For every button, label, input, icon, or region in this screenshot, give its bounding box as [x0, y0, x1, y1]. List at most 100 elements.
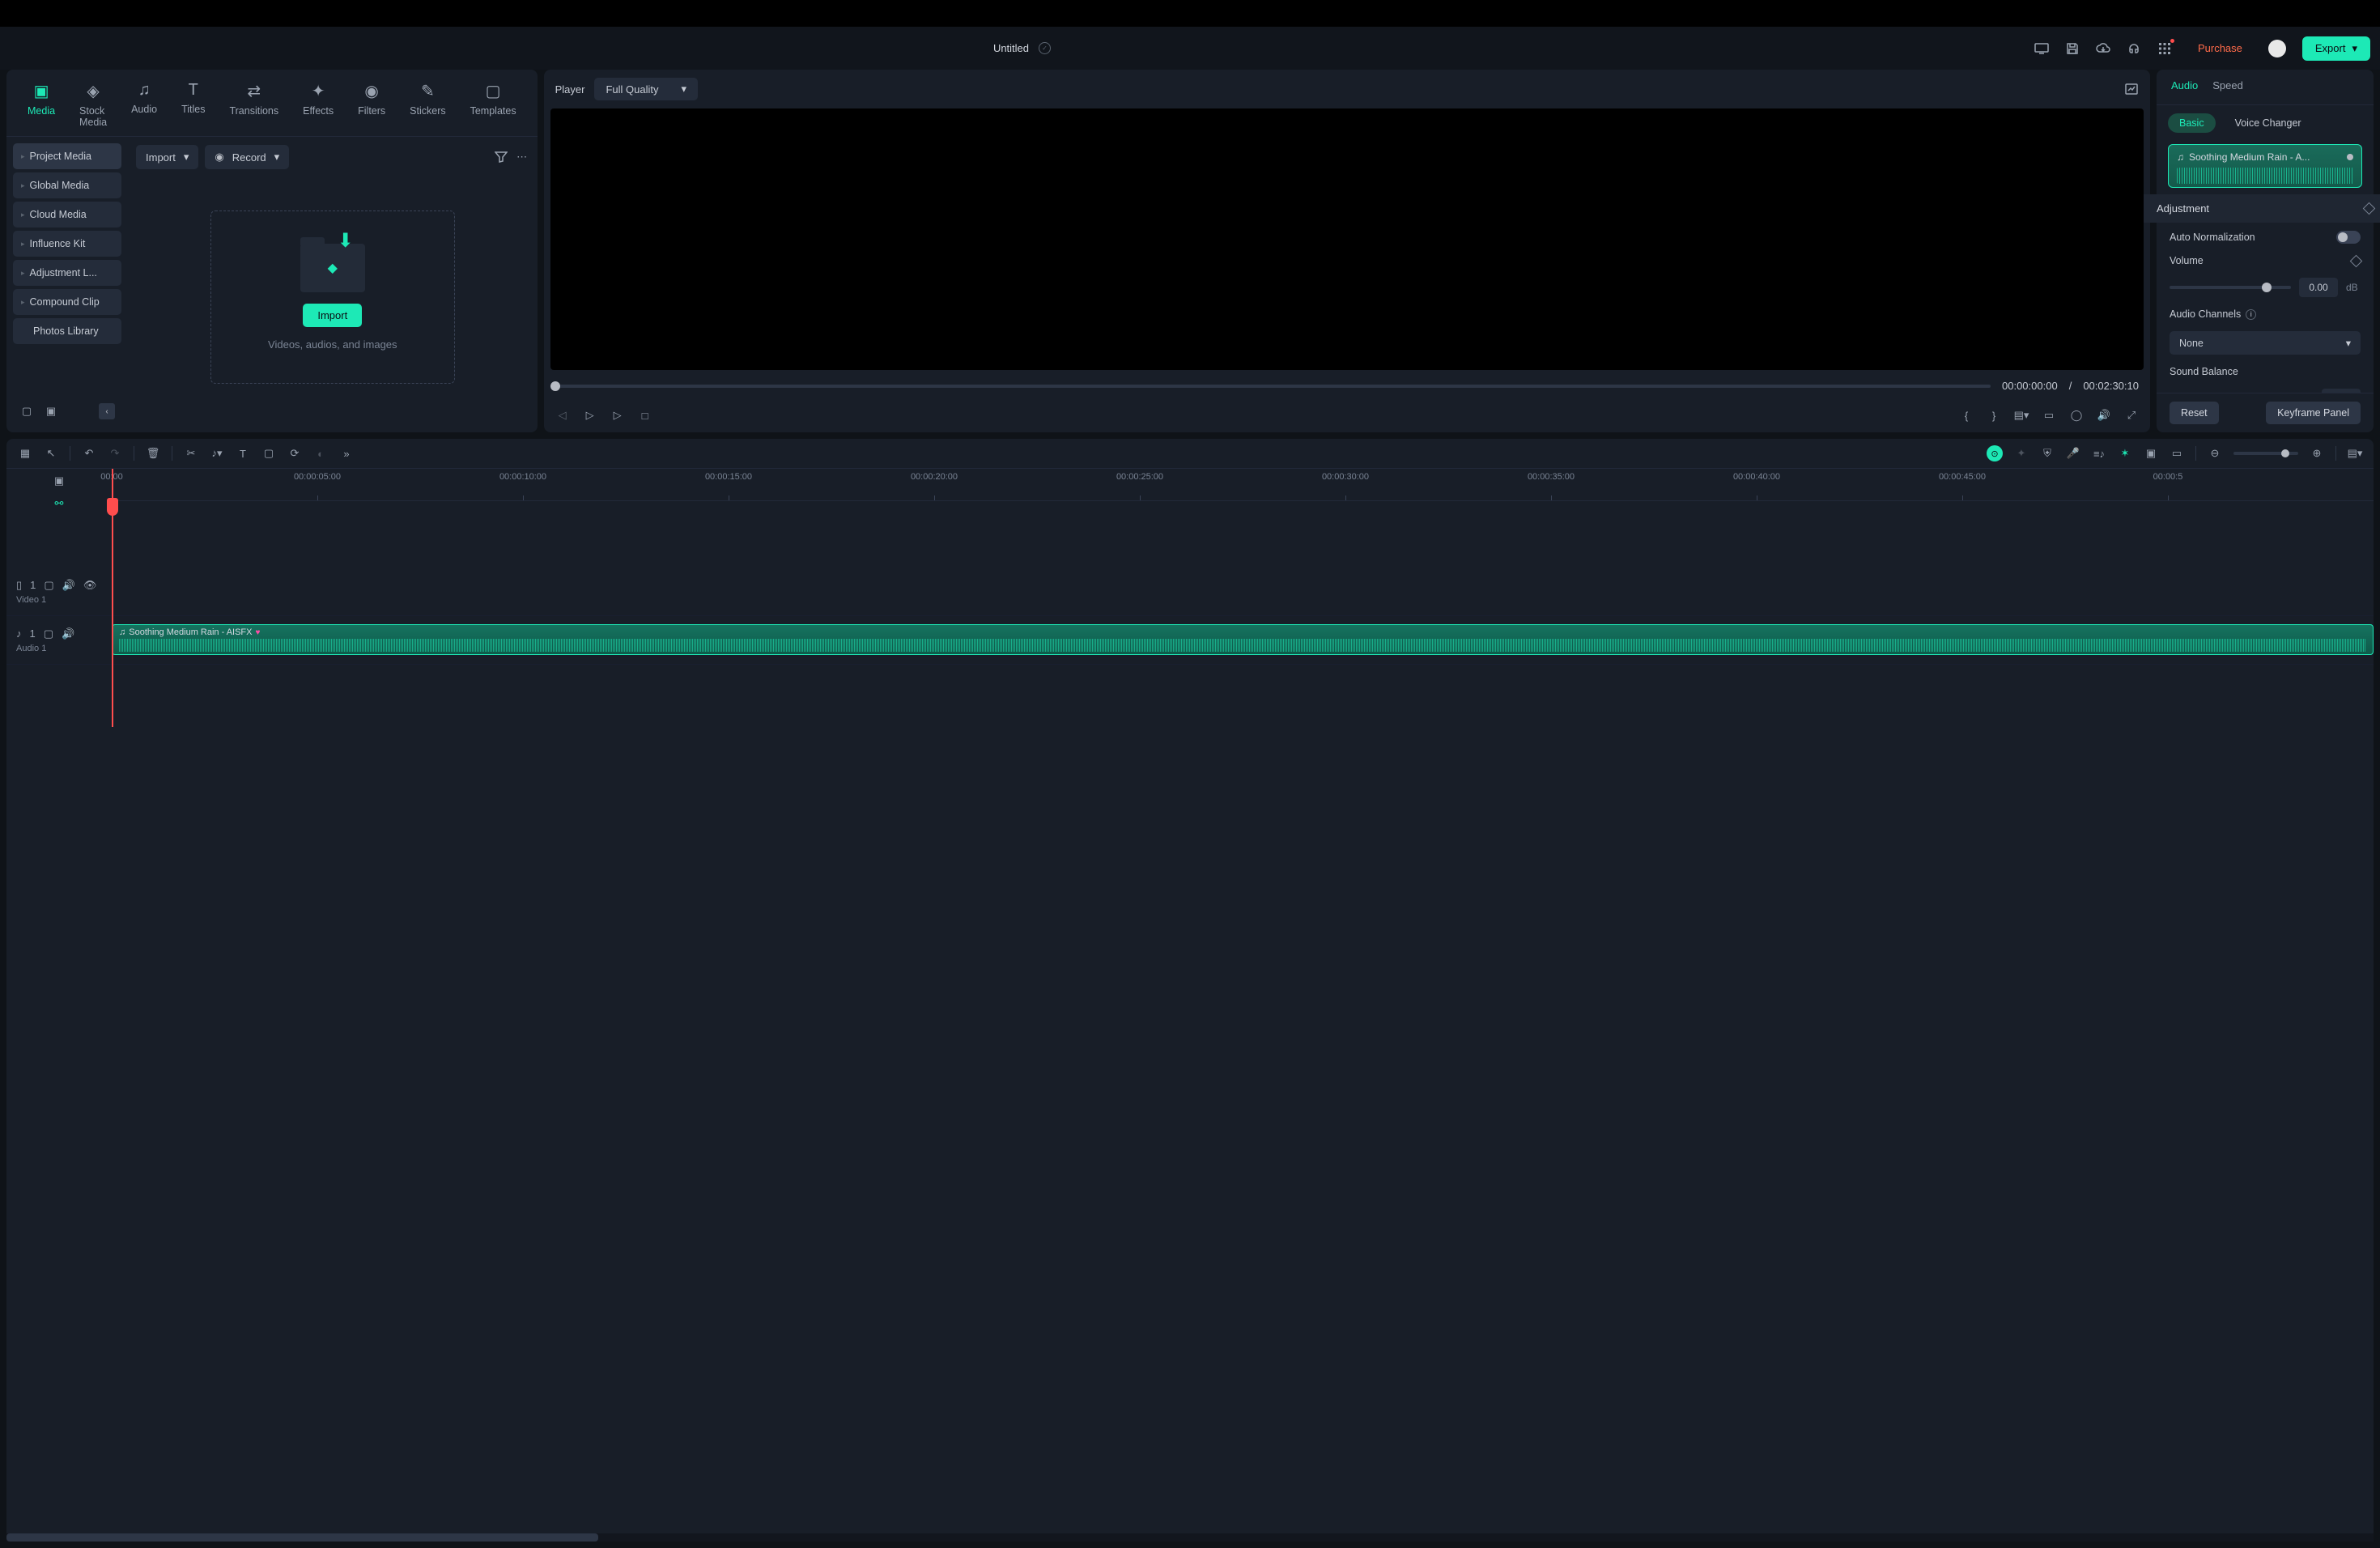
- tl-zoom-slider[interactable]: [2233, 452, 2298, 455]
- mute-icon[interactable]: 🔊: [62, 579, 75, 592]
- info-icon[interactable]: i: [2246, 309, 2256, 320]
- sidebar-item-compound-clip[interactable]: ▸Compound Clip: [13, 289, 121, 315]
- record-dropdown[interactable]: ◉Record▾: [205, 145, 289, 169]
- lock-icon[interactable]: ▢: [44, 579, 53, 592]
- channels-select[interactable]: None▾: [2170, 331, 2361, 355]
- tl-cursor-icon[interactable]: ↖: [44, 446, 58, 461]
- tl-speed-icon[interactable]: ⟳: [287, 446, 302, 461]
- clip-handle-icon[interactable]: [2347, 154, 2353, 160]
- player-viewport[interactable]: [550, 108, 2144, 370]
- ratio-icon[interactable]: ▤▾: [2014, 408, 2029, 423]
- tl-zoom-in-icon[interactable]: ⊕: [2310, 446, 2324, 461]
- tl-mic-icon[interactable]: 🎤: [2066, 446, 2080, 461]
- reset-button[interactable]: Reset: [2170, 402, 2219, 424]
- timeline-ruler[interactable]: 00:00 00:00:05:00 00:00:10:00 00:00:15:0…: [112, 469, 2374, 501]
- tl-picture-icon[interactable]: ▣: [2144, 446, 2158, 461]
- tl-link-icon[interactable]: ⚯: [52, 496, 66, 511]
- tl-group-icon[interactable]: ▣: [52, 474, 66, 488]
- keyframe-diamond-icon[interactable]: [2363, 202, 2376, 215]
- auto-normalization-toggle[interactable]: [2336, 231, 2361, 244]
- tl-zoom-out-icon[interactable]: ⊖: [2208, 446, 2222, 461]
- snapshot-settings-icon[interactable]: [2124, 82, 2139, 96]
- timeline-scrollbar[interactable]: [6, 1533, 2374, 1542]
- play-icon[interactable]: ▷: [583, 408, 597, 423]
- tl-redo-icon[interactable]: ↷: [108, 446, 122, 461]
- tab-media[interactable]: ▣Media: [18, 78, 65, 136]
- sidebar-item-photos-library[interactable]: Photos Library: [13, 318, 121, 344]
- subtab-voice-changer[interactable]: Voice Changer: [2224, 113, 2313, 133]
- prev-frame-icon[interactable]: ◁: [555, 408, 570, 423]
- audio-track-lane[interactable]: ♫Soothing Medium Rain - AISFX♥: [112, 616, 2374, 665]
- tl-music-icon[interactable]: ♪▾: [210, 446, 224, 461]
- save-icon[interactable]: [2065, 41, 2080, 56]
- keyframe-diamond-icon[interactable]: [2350, 254, 2363, 267]
- player-scrub-bar[interactable]: [555, 385, 1991, 388]
- import-button[interactable]: Import: [303, 304, 362, 327]
- avatar[interactable]: [2268, 40, 2286, 57]
- sidebar-item-project-media[interactable]: ▸Project Media: [13, 143, 121, 169]
- import-dropdown[interactable]: Import▾: [136, 145, 198, 169]
- scrollbar-thumb[interactable]: [6, 1533, 598, 1542]
- sidebar-item-global-media[interactable]: ▸Global Media: [13, 172, 121, 198]
- tl-cut-icon[interactable]: ✂: [184, 446, 198, 461]
- selected-clip-card[interactable]: ♫Soothing Medium Rain - A...: [2168, 144, 2362, 188]
- folder-icon[interactable]: ▣: [44, 404, 58, 419]
- apps-icon[interactable]: [2157, 41, 2172, 56]
- tl-color-icon[interactable]: ◐: [313, 446, 328, 461]
- more-icon[interactable]: ⋯: [515, 150, 529, 164]
- tl-layout-icon[interactable]: ▦: [18, 446, 32, 461]
- audio-track-header[interactable]: ♪1▢🔊 Audio 1: [6, 616, 112, 665]
- lock-icon[interactable]: ▢: [44, 627, 53, 640]
- tl-ai-icon[interactable]: ⊙: [1987, 445, 2003, 461]
- tl-split-icon[interactable]: ✶: [2118, 446, 2132, 461]
- volume-icon[interactable]: 🔊: [2097, 408, 2111, 423]
- volume-slider[interactable]: [2170, 286, 2291, 289]
- tl-undo-icon[interactable]: ↶: [82, 446, 96, 461]
- eye-icon[interactable]: 👁: [83, 579, 97, 592]
- playhead[interactable]: [112, 469, 113, 727]
- camera-icon[interactable]: ◯: [2069, 408, 2084, 423]
- sidebar-item-adjustment[interactable]: ▸Adjustment L...: [13, 260, 121, 286]
- tl-shield-icon[interactable]: ⛨: [2040, 446, 2055, 461]
- export-button[interactable]: Export▾: [2302, 36, 2370, 61]
- support-icon[interactable]: [2127, 41, 2141, 56]
- tab-stock-media[interactable]: ◈Stock Media: [70, 78, 117, 136]
- tab-filters[interactable]: ◉Filters: [348, 78, 395, 136]
- cloud-icon[interactable]: [2096, 41, 2110, 56]
- adjustment-header[interactable]: Adjustment: [2144, 194, 2380, 223]
- sidebar-item-cloud-media[interactable]: ▸Cloud Media: [13, 202, 121, 228]
- tab-effects[interactable]: ✦Effects: [293, 78, 343, 136]
- slider-thumb[interactable]: [2281, 449, 2289, 457]
- video-track-header[interactable]: ▯1▢🔊👁 Video 1: [6, 568, 112, 616]
- tab-stickers[interactable]: ✎Stickers: [400, 78, 455, 136]
- tl-crop-icon[interactable]: ▢: [261, 446, 276, 461]
- tl-marker-icon[interactable]: ▭: [2170, 446, 2184, 461]
- quality-select[interactable]: Full Quality▾: [594, 78, 698, 100]
- tab-audio[interactable]: ♫Audio: [121, 78, 167, 136]
- next-frame-icon[interactable]: ▷: [610, 408, 625, 423]
- mark-in-icon[interactable]: {: [1959, 408, 1974, 423]
- import-drop-zone[interactable]: ⬇ ◆ Import Videos, audios, and images: [210, 211, 454, 384]
- collapse-sidebar-button[interactable]: ‹: [99, 403, 115, 419]
- tab-audio-props[interactable]: Audio: [2171, 79, 2198, 95]
- subtab-basic[interactable]: Basic: [2168, 113, 2216, 133]
- tab-titles[interactable]: TTitles: [172, 78, 215, 136]
- tl-view-icon[interactable]: ▤▾: [2348, 446, 2362, 461]
- mute-icon[interactable]: 🔊: [62, 627, 74, 640]
- fullscreen-icon[interactable]: ⤢: [2124, 408, 2139, 423]
- tl-delete-icon[interactable]: 🗑: [146, 446, 160, 461]
- tl-audio-track-icon[interactable]: ≡♪: [2092, 446, 2106, 461]
- stop-icon[interactable]: □: [638, 408, 652, 423]
- scrub-thumb[interactable]: [550, 381, 560, 391]
- filter-icon[interactable]: [494, 150, 508, 164]
- keyframe-panel-button[interactable]: Keyframe Panel: [2266, 402, 2361, 424]
- video-track-lane[interactable]: [112, 568, 2374, 616]
- tl-mix-icon[interactable]: ✦: [2014, 446, 2029, 461]
- tab-transitions[interactable]: ⇄Transitions: [219, 78, 288, 136]
- slider-thumb[interactable]: [2262, 283, 2272, 292]
- tab-templates[interactable]: ▢Templates: [461, 78, 526, 136]
- volume-value[interactable]: 0.00: [2299, 278, 2338, 297]
- purchase-button[interactable]: Purchase: [2188, 37, 2252, 59]
- tl-text-icon[interactable]: T: [236, 446, 250, 461]
- new-folder-icon[interactable]: ▢: [19, 404, 34, 419]
